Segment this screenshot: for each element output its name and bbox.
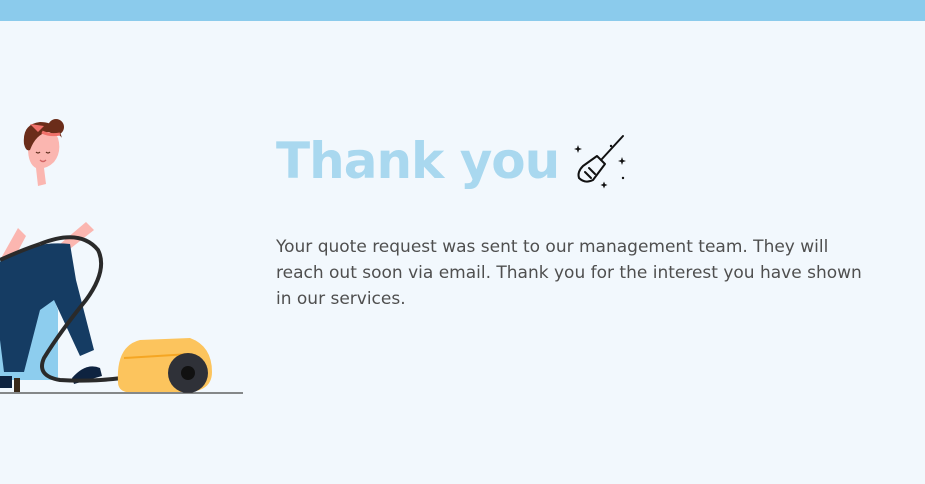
heading-row: Thank you [276,128,876,194]
woman-vacuuming-illustration [0,119,243,394]
top-bar [0,0,925,21]
confirmation-message: Your quote request was sent to our manag… [276,237,862,309]
confirmation-content: Thank you Your quote request was sent to… [276,128,876,329]
broom-sparkle-icon [574,135,627,189]
page-title: Thank you [276,132,560,190]
